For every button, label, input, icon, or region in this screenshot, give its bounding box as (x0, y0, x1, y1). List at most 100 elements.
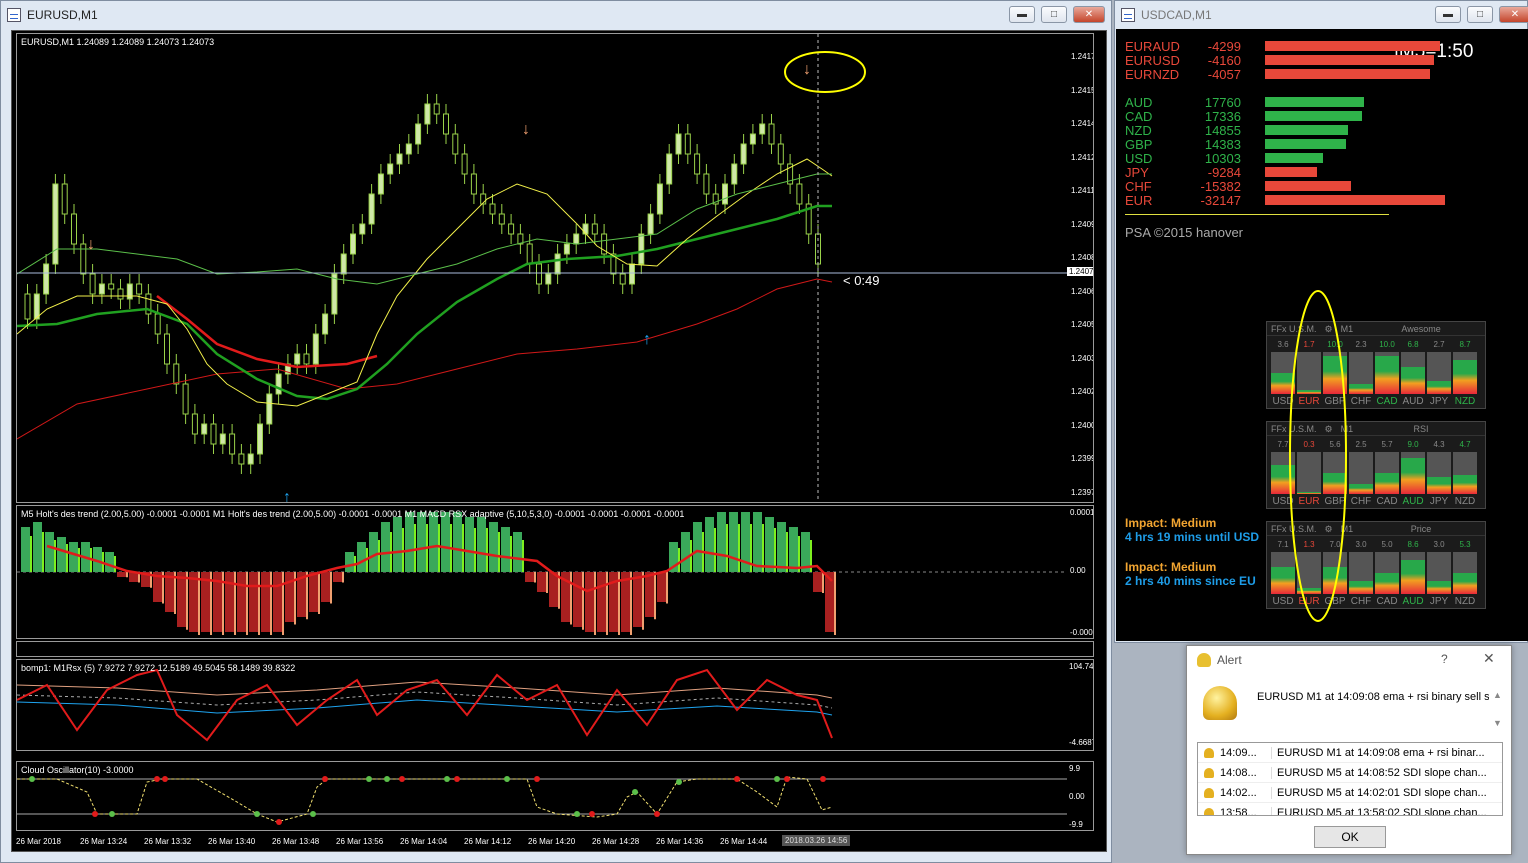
cloud-oscillator-pane[interactable]: Cloud Oscillator(10) -3.0000 9.9 0.00 -9… (16, 761, 1094, 831)
histogram-bar (717, 512, 726, 572)
price-scale-label: 1.24035 (1071, 353, 1093, 363)
eurusd-chart-window[interactable]: EURUSD,M1 ▬ □ ✕ ↓ ↓ ↓ ↑ ↑ EURUSD,M1 1.24… (0, 0, 1112, 863)
minimize-icon[interactable]: ▬ (1009, 6, 1035, 23)
histogram-bar (477, 517, 486, 572)
usdcad-window-titlebar[interactable]: USDCAD,M1 (1115, 1, 1527, 29)
usdcad-chart-area[interactable]: |M5=1:50 EURAUD -4299 EURUSD -4160 EURNZD -40… (1116, 29, 1528, 641)
time-axis-label: 26 Mar 14:20 (528, 837, 576, 846)
usm-panel-column (1375, 352, 1399, 394)
time-cursor-label: 2018.03.26 14:56 (782, 835, 851, 846)
maximize-icon[interactable]: □ (1041, 6, 1067, 23)
histogram-bar (777, 522, 786, 572)
usm-panel-value: 8.6 (1407, 540, 1419, 549)
oscillator-dot (384, 776, 390, 782)
usm-panel-column-fill (1401, 560, 1425, 594)
chart-area[interactable]: ↓ ↓ ↓ ↑ ↑ EURUSD,M1 1.24089 1.24089 1.24… (11, 30, 1107, 852)
price-scale-label: 1.24140 (1071, 119, 1093, 128)
candle-body (266, 393, 273, 425)
close-icon[interactable]: ✕ (1499, 6, 1528, 23)
thin-green-line (17, 173, 832, 285)
candle-body (229, 433, 236, 455)
candle-body (424, 103, 431, 125)
price-scale-label: 1.24065 (1071, 286, 1093, 296)
price-scale-label: 1.24125 (1071, 152, 1093, 162)
candle-body (749, 133, 756, 145)
time-axis-label: 26 Mar 13:24 (80, 837, 128, 846)
usm-panel-column-fill (1453, 475, 1477, 494)
usm-panel-value: 5.7 (1381, 440, 1393, 449)
alert-history-list[interactable]: 14:09... EURUSD M1 at 14:09:08 ema + rsi … (1197, 742, 1503, 816)
usm-panel-value: 4.3 (1433, 440, 1445, 449)
usm-panel-column (1297, 452, 1321, 494)
histogram-bar (633, 572, 642, 627)
time-axis-label: 26 Mar 14:44 (720, 837, 768, 846)
oscillator-dot (322, 776, 328, 782)
candle-body (303, 353, 310, 365)
strength-bar (1265, 153, 1323, 163)
usm-panel-column (1453, 452, 1477, 494)
histogram-bar (33, 522, 42, 572)
candle-body (33, 293, 40, 320)
macd-indicator-pane[interactable]: M5 Holt's des trend (2.00,5.00) -0.0001 … (16, 505, 1094, 639)
candle-body (275, 373, 282, 395)
candle-body (703, 173, 710, 195)
candle-body (340, 253, 347, 275)
alert-history-row[interactable]: 14:02... EURUSD M5 at 14:02:01 SDI slope … (1198, 783, 1502, 803)
oscillator-dot (444, 776, 450, 782)
message-scroll-up-icon[interactable]: ▲ (1493, 690, 1502, 700)
copyright: PSA ©2015 hanover (1125, 225, 1243, 240)
oscillator-dot (574, 811, 580, 817)
rsx-svg (17, 668, 833, 742)
empty-indicator-pane[interactable] (16, 641, 1094, 657)
impact1-text: 4 hrs 19 mins until USD (1125, 530, 1260, 544)
alert-history-row[interactable]: 13:58... EURUSD M5 at 13:58:02 SDI slope … (1198, 803, 1502, 815)
histogram-bar (501, 527, 510, 572)
buy-arrow-icon: ↑ (283, 489, 291, 503)
cloud-oscillator-svg (17, 776, 1067, 825)
strength-name: EUR (1125, 193, 1153, 208)
usm-panel-column (1297, 552, 1321, 594)
strength-name: EURUSD (1125, 53, 1180, 68)
alert-history-row[interactable]: 14:08... EURUSD M5 at 14:08:52 SDI slope … (1198, 763, 1502, 783)
candle-body (573, 233, 580, 245)
rsx-indicator-pane[interactable]: bomp1: M1Rsx (5) 7.9272 7.9272 12.5189 4… (16, 659, 1094, 751)
usm-panel-column (1427, 352, 1451, 394)
usm-panel-value: 1.3 (1303, 540, 1315, 549)
strength-row: EURUSD -4160 (1125, 53, 1455, 68)
candle-body (210, 423, 217, 445)
candle-body (489, 203, 496, 215)
message-scroll-down-icon[interactable]: ▼ (1493, 718, 1502, 728)
maximize-icon[interactable]: □ (1467, 6, 1493, 23)
alert-titlebar[interactable]: Alert (1187, 646, 1511, 674)
histogram-bar (357, 542, 366, 572)
usdcad-chart-window[interactable]: USDCAD,M1 ▬ □ ✕ |M5=1:50 EURAUD -4299 EURU… (1114, 0, 1528, 643)
price-pane[interactable]: ↓ ↓ ↓ ↑ ↑ EURUSD,M1 1.24089 1.24089 1.24… (16, 33, 1094, 503)
histogram-bar (441, 512, 450, 572)
eurusd-window-titlebar[interactable]: EURUSD,M1 (1, 1, 1111, 29)
histogram-bar (45, 532, 54, 572)
usm-panel-column-fill (1453, 573, 1477, 594)
usm-panel-value: 5.0 (1381, 540, 1393, 549)
candle-body (675, 133, 682, 155)
alert-history-row[interactable]: 14:09... EURUSD M1 at 14:09:08 ema + rsi … (1198, 743, 1502, 763)
gear-icon: ⚙ (1324, 424, 1333, 434)
histogram-bar (525, 572, 534, 582)
minimize-icon[interactable]: ▬ (1435, 6, 1461, 23)
alert-dialog[interactable]: Alert ? ✕ EURUSD M1 at 14:09:08 ema + rs… (1186, 645, 1512, 855)
usm-panel: FFx U.S.M. ⚙ M1 Awesome 3.6 USD 1.7 EUR 10.0 GBP 2… (1266, 321, 1486, 409)
help-icon[interactable]: ? (1441, 652, 1448, 666)
alert-close-icon[interactable]: ✕ (1483, 650, 1495, 667)
indicator3-scale-mid: 0.00 (1069, 792, 1085, 801)
close-icon[interactable]: ✕ (1073, 6, 1105, 23)
rsx-band-lower (17, 699, 833, 716)
indicator1-scale-top: 0.0001 (1070, 508, 1094, 517)
usm-panel-value: 3.6 (1277, 340, 1289, 349)
alert-bell-icon (1204, 807, 1214, 815)
usm-panel-column-fill (1427, 381, 1451, 394)
candle-body (219, 433, 226, 445)
histogram-bar (705, 517, 714, 572)
ok-button[interactable]: OK (1314, 826, 1386, 848)
candle-body (238, 453, 245, 465)
histogram-bar (825, 572, 834, 632)
histogram-bar (585, 572, 594, 632)
